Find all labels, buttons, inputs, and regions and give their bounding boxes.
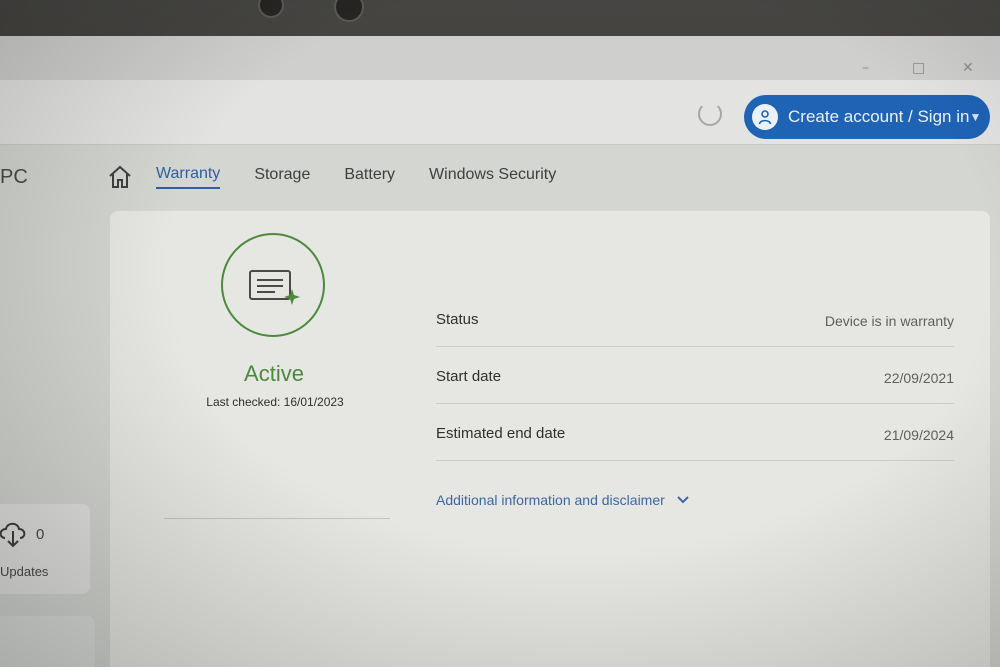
window-titlebar: – □ ✕ (0, 36, 1000, 80)
create-account-signin-button[interactable]: Create account / Sign in ▼ (744, 95, 990, 139)
info-row-start-date: Start date 22/09/2021 (436, 346, 954, 404)
additional-info-disclaimer-link[interactable]: Additional information and disclaimer (436, 492, 689, 508)
app-window: – □ ✕ Create account / Sign in ▼ PC Warr… (0, 36, 1000, 667)
tab-windows-security[interactable]: Windows Security (429, 166, 556, 188)
signin-label: Create account / Sign in (788, 107, 970, 126)
last-checked-date: Last checked: 16/01/2023 (206, 395, 344, 409)
info-value: 21/09/2024 (883, 427, 954, 443)
info-label: Status (436, 311, 479, 328)
info-value: 22/09/2021 (883, 370, 954, 386)
warranty-panel: Active Last checked: 16/01/2023 Status D… (110, 211, 990, 667)
minimize-button[interactable]: – (862, 60, 869, 76)
sidebar-device-title: PC (0, 166, 28, 188)
close-button[interactable]: ✕ (962, 60, 974, 76)
home-icon[interactable] (106, 163, 134, 191)
maximize-button[interactable]: □ (912, 60, 925, 76)
info-row-status: Status Device is in warranty (436, 289, 954, 347)
chevron-down-icon (677, 496, 689, 504)
chevron-down-icon: ▼ (969, 110, 982, 124)
info-value: Device is in warranty (824, 313, 954, 329)
warranty-status-circle (221, 233, 325, 337)
disclaimer-link-label: Additional information and disclaimer (436, 492, 665, 508)
webcam-icon (258, 0, 284, 18)
tab-battery[interactable]: Battery (344, 166, 395, 188)
tab-storage[interactable]: Storage (254, 166, 310, 188)
section-tabs: Warranty Storage Battery Windows Securit… (106, 162, 590, 192)
updates-label: Updates (0, 564, 49, 579)
divider (164, 518, 390, 519)
warranty-certificate-icon (249, 270, 300, 305)
info-label: Estimated end date (436, 425, 566, 442)
person-icon (752, 104, 778, 130)
warranty-status-word: Active (244, 361, 304, 386)
tab-warranty[interactable]: Warranty (156, 165, 221, 189)
info-label: Start date (436, 368, 502, 385)
app-header: Create account / Sign in ▼ (0, 80, 1000, 145)
cloud-download-icon (0, 522, 26, 548)
refresh-icon[interactable] (698, 102, 722, 126)
updates-card[interactable]: 0 Updates (0, 504, 90, 594)
updates-count: 0 (36, 526, 45, 543)
info-row-end-date: Estimated end date 21/09/2024 (436, 403, 954, 461)
sidebar-card[interactable] (0, 616, 95, 667)
camera-sensor-icon (334, 0, 364, 22)
